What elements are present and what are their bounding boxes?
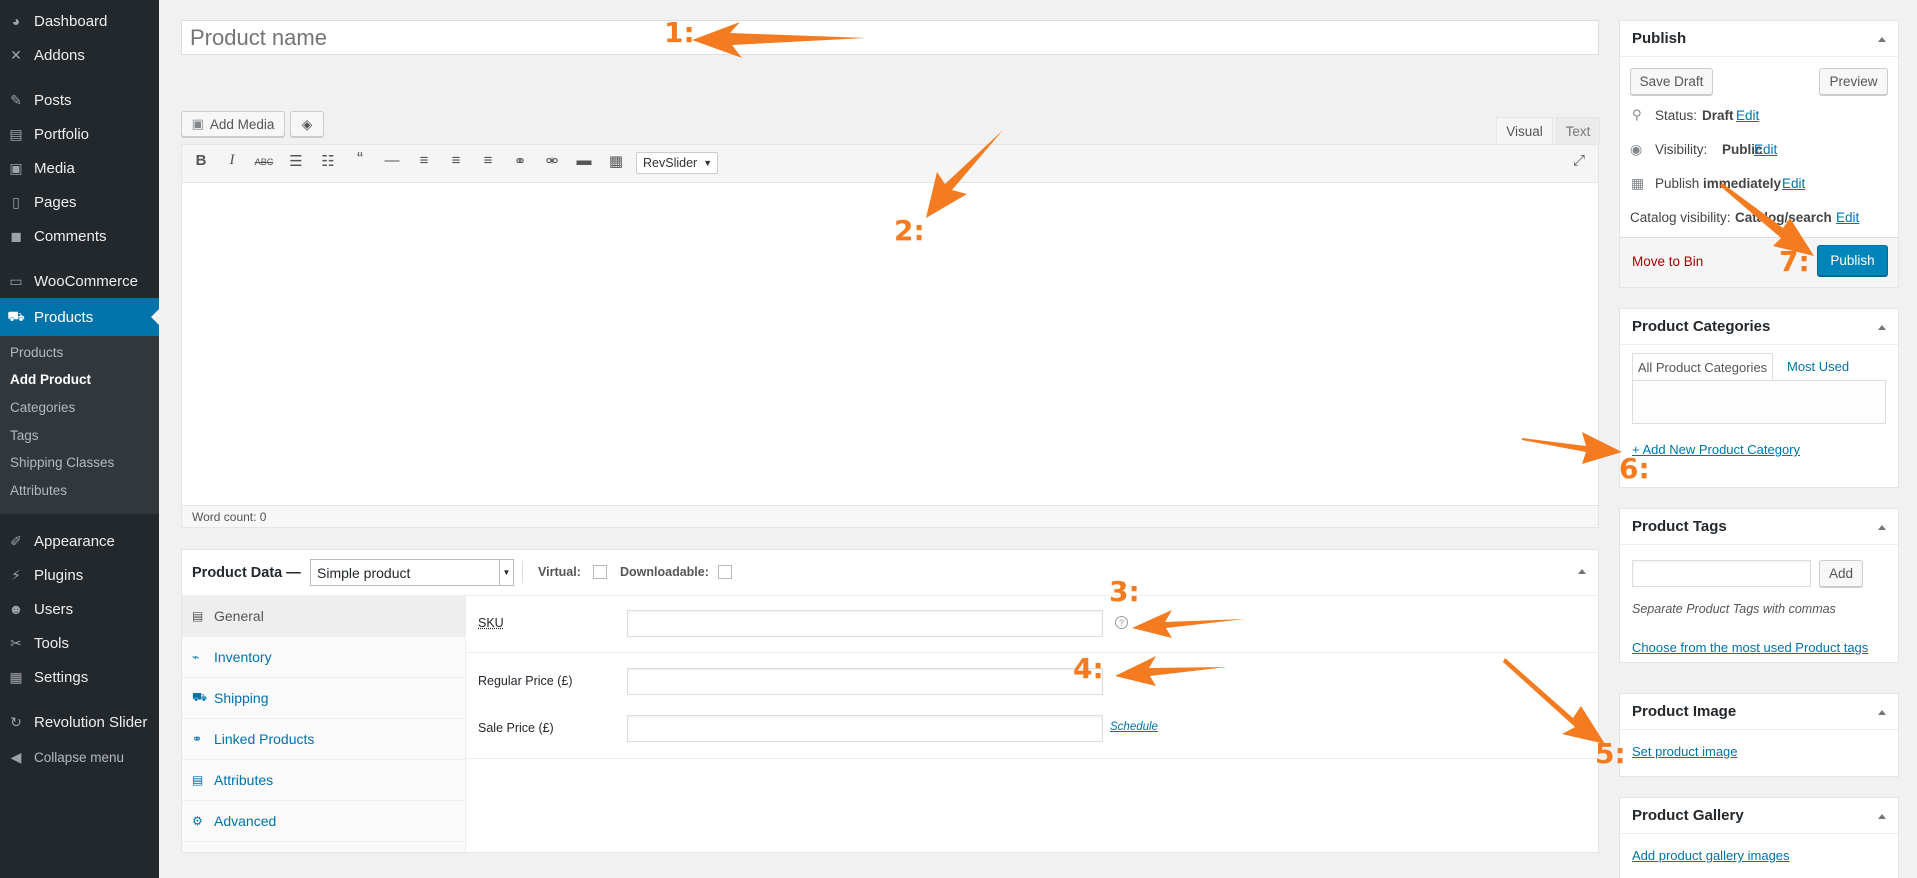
annotation-3: 3: [1109,575,1140,608]
arrow-1 [692,22,866,58]
annotation-1: 1: [664,16,695,49]
annotation-7: 7: [1779,245,1810,278]
arrow-5 [1503,658,1605,744]
arrow-2 [926,130,1003,218]
arrow-4 [1115,656,1227,686]
arrow-6 [1522,432,1622,464]
annotation-6: 6: [1619,452,1650,485]
annotation-arrows [692,22,1814,744]
annotation-4: 4: [1073,652,1104,685]
annotation-2: 2: [894,214,925,247]
arrow-3 [1132,610,1245,638]
annotation-5: 5: [1595,737,1626,770]
